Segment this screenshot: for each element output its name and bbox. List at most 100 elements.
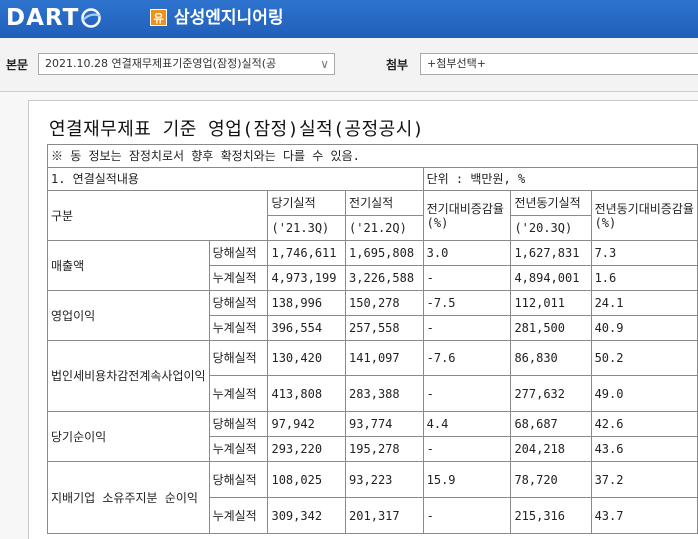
row-item: 지배기업 소유주지분 순이익: [47, 461, 210, 534]
main-doc-select-value: 2021.10.28 연결재무제표기준영업(잠정)실적(공: [45, 57, 277, 70]
section-row: 1. 연결실적내용 단위 : 백만원, %: [47, 167, 698, 191]
cell-qoq: 3.0: [422, 240, 512, 266]
cell-current: 413,808: [267, 375, 347, 412]
row-period-label: 누계실적: [208, 375, 269, 412]
header-qoq: 전기대비증감율(%): [422, 190, 512, 241]
cell-current: 1,746,611: [267, 240, 347, 266]
header-current-period: ('21.3Q): [267, 215, 347, 241]
row-period-label: 당해실적: [208, 411, 269, 437]
row-period-label: 누계실적: [208, 436, 269, 462]
row-item: 영업이익: [47, 290, 210, 341]
cell-yoy-actual: 215,316: [510, 497, 592, 534]
unit-text: 단위 : 백만원, %: [422, 167, 698, 191]
market-badge: 유: [150, 9, 167, 26]
logo-swoosh-icon: [81, 8, 102, 28]
app-header: DART 유 삼성엔지니어링: [0, 0, 698, 38]
attach-label: 첨부: [386, 58, 409, 72]
cell-yoy-actual: 86,830: [510, 340, 592, 376]
cell-yoy: 40.9: [590, 315, 698, 341]
header-row: 구분 당기실적 전기실적 전기대비증감율(%) 전년동기실적 전년동기대비증감율…: [46, 190, 698, 241]
row-period-label: 누계실적: [208, 497, 269, 534]
cell-qoq: -: [422, 375, 512, 412]
cell-yoy: 1.6: [590, 265, 698, 291]
cell-qoq: -: [422, 265, 512, 291]
cell-yoy-actual: 277,632: [510, 375, 592, 412]
row-period-label: 당해실적: [208, 290, 269, 316]
row-item: 매출액: [47, 240, 210, 291]
attach-select[interactable]: +첨부선택+: [420, 53, 698, 75]
cell-yoy-actual: 1,627,831: [510, 240, 592, 266]
company-name: 삼성엔지니어링: [174, 8, 284, 28]
cell-qoq: 4.4: [422, 411, 512, 437]
cell-current: 130,420: [267, 340, 347, 376]
main-doc-label: 본문: [6, 58, 29, 72]
row-period-label: 당해실적: [208, 340, 269, 376]
header-current: 당기실적: [267, 190, 347, 216]
notice-text: ※ 동 정보는 잠정치로서 향후 확정치와는 다를 수 있음.: [47, 144, 698, 168]
cell-current: 138,996: [267, 290, 347, 316]
table-row: 매출액 당해실적 1,746,611 1,695,808 3.0 1,627,8…: [47, 240, 698, 291]
row-period-label: 누계실적: [208, 315, 269, 341]
row-period-label: 당해실적: [208, 461, 269, 498]
cell-previous: 93,774: [345, 411, 424, 437]
section-title: 1. 연결실적내용: [47, 167, 424, 191]
cell-qoq: -: [422, 436, 512, 462]
cell-yoy: 24.1: [590, 290, 698, 316]
table-row: 영업이익 당해실적 138,996 150,278 -7.5 112,011 2…: [47, 290, 698, 341]
header-yoy-period: ('20.3Q): [510, 215, 592, 241]
attach-select-value: +첨부선택+: [427, 57, 486, 70]
document-title: 연결재무제표 기준 영업(잠정)실적(공정공시): [49, 119, 425, 140]
cell-previous: 1,695,808: [345, 240, 424, 266]
cell-current: 396,554: [267, 315, 347, 341]
row-period-label: 누계실적: [208, 265, 269, 291]
cell-current: 293,220: [267, 436, 347, 462]
cell-yoy-actual: 4,894,001: [510, 265, 592, 291]
header-yoy: 전년동기대비증감율(%): [590, 190, 698, 241]
cell-yoy-actual: 204,218: [510, 436, 592, 462]
cell-yoy-actual: 78,720: [510, 461, 592, 498]
notice-row: ※ 동 정보는 잠정치로서 향후 확정치와는 다를 수 있음.: [47, 144, 698, 168]
cell-yoy: 50.2: [590, 340, 698, 376]
cell-current: 309,342: [267, 497, 347, 534]
cell-yoy: 37.2: [590, 461, 698, 498]
cell-qoq: -7.5: [422, 290, 512, 316]
cell-previous: 283,388: [345, 375, 424, 412]
header-yoy-actual: 전년동기실적: [510, 190, 592, 216]
cell-previous: 201,317: [345, 497, 424, 534]
cell-yoy: 43.7: [590, 497, 698, 534]
cell-previous: 150,278: [345, 290, 424, 316]
cell-previous: 93,223: [345, 461, 424, 498]
cell-yoy: 49.0: [590, 375, 698, 412]
table-row: 당기순이익 당해실적 97,942 93,774 4.4 68,687 42.6: [47, 411, 698, 462]
dart-logo[interactable]: DART: [6, 4, 102, 32]
cell-qoq: -: [422, 497, 512, 534]
cell-previous: 257,558: [345, 315, 424, 341]
cell-previous: 3,226,588: [345, 265, 424, 291]
cell-current: 108,025: [267, 461, 347, 498]
cell-yoy: 7.3: [590, 240, 698, 266]
cell-yoy: 43.6: [590, 436, 698, 462]
header-previous: 전기실적: [345, 190, 424, 216]
cell-current: 4,973,199: [267, 265, 347, 291]
table-row: 법인세비용차감전계속사업이익 당해실적 130,420 141,097 -7.6…: [47, 340, 698, 412]
cell-yoy-actual: 68,687: [510, 411, 592, 437]
row-item: 당기순이익: [47, 411, 210, 462]
cell-previous: 141,097: [345, 340, 424, 376]
chevron-down-icon: ∨: [320, 57, 329, 71]
cell-qoq: -7.6: [422, 340, 512, 376]
row-period-label: 당해실적: [208, 240, 269, 266]
toolbar: 본문 2021.10.28 연결재무제표기준영업(잠정)실적(공 ∨ 첨부 +첨…: [0, 38, 698, 92]
cell-yoy: 42.6: [590, 411, 698, 437]
cell-current: 97,942: [267, 411, 347, 437]
cell-yoy-actual: 281,500: [510, 315, 592, 341]
row-item: 법인세비용차감전계속사업이익: [47, 340, 210, 412]
results-table: ※ 동 정보는 잠정치로서 향후 확정치와는 다를 수 있음. 1. 연결실적내…: [46, 144, 698, 534]
logo-text: DART: [6, 5, 80, 31]
cell-yoy-actual: 112,011: [510, 290, 592, 316]
table-row: 지배기업 소유주지분 순이익 당해실적 108,025 93,223 15.9 …: [47, 461, 698, 534]
header-category: 구분: [46, 190, 269, 241]
cell-previous: 195,278: [345, 436, 424, 462]
cell-qoq: -: [422, 315, 512, 341]
main-doc-select[interactable]: 2021.10.28 연결재무제표기준영업(잠정)실적(공 ∨: [38, 53, 335, 75]
header-previous-period: ('21.2Q): [345, 215, 424, 241]
